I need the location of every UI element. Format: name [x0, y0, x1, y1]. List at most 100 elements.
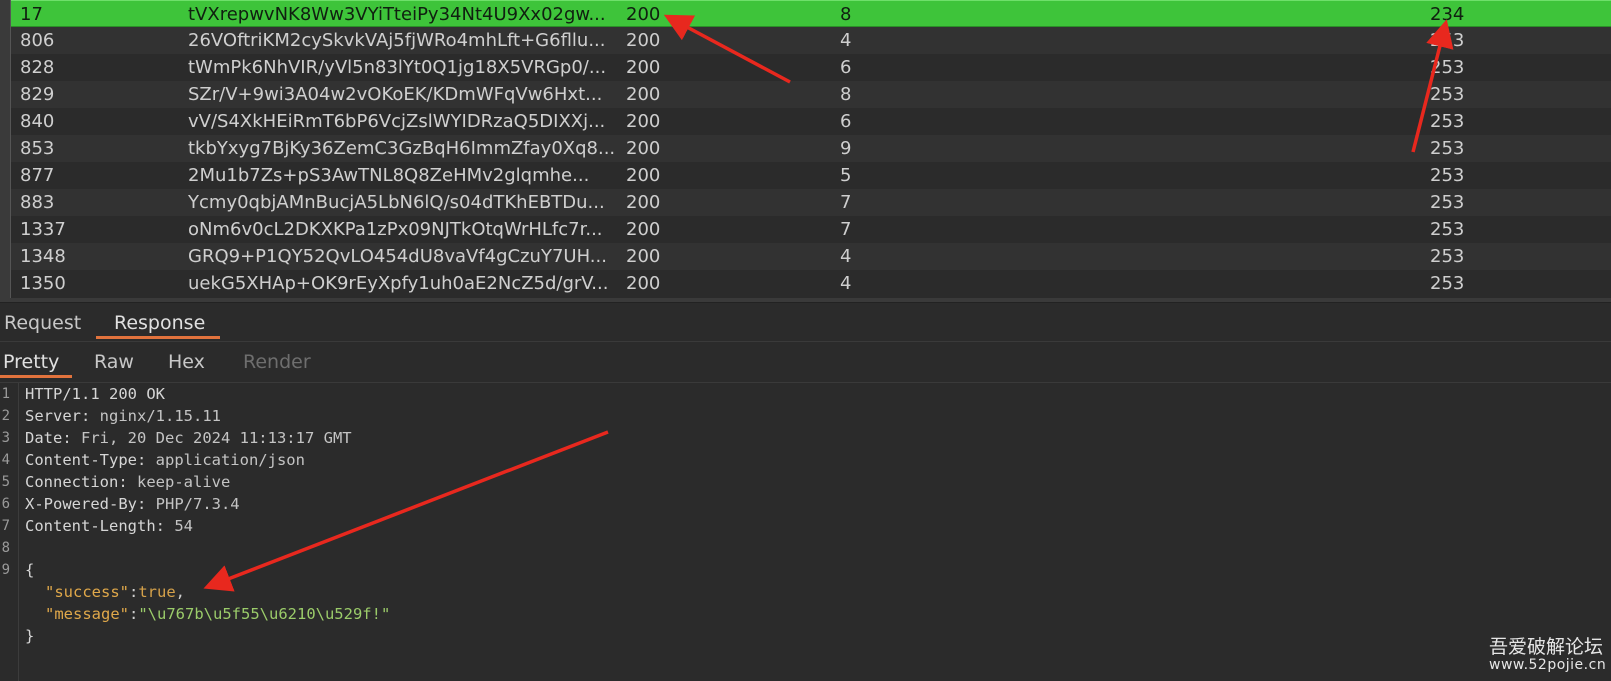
- line-number: 5: [1, 474, 10, 490]
- header-name: X-Powered-By: [25, 495, 137, 513]
- cell-error: 6: [840, 111, 852, 132]
- cell-id: 883: [20, 192, 55, 213]
- cell-error: 7: [840, 192, 852, 213]
- header-name: Content-Length: [25, 517, 156, 535]
- cell-payload: 2Mu1b7Zs+pS3AwTNL8Q8ZeHMv2glqmhe...: [188, 165, 590, 186]
- cell-payload: vV/S4XkHEiRmT6bP6VcjZslWYIDRzaQ5DIXXj...: [188, 111, 606, 132]
- cell-error: 5: [840, 165, 852, 186]
- cell-length: 234: [1430, 4, 1465, 25]
- header-line: Date: Fri, 20 Dec 2024 11:13:17 GMT: [25, 429, 352, 447]
- table-row[interactable]: 840 vV/S4XkHEiRmT6bP6VcjZslWYIDRzaQ5DIXXj…: [10, 108, 1611, 135]
- cell-status: 200: [626, 165, 661, 186]
- cell-length: 253: [1430, 246, 1465, 267]
- cell-id: 1350: [20, 273, 66, 294]
- cell-payload: 26VOftriKM2cySkvkVAj5fjWRo4mhLft+G6fllu.…: [188, 30, 606, 51]
- tab-hex[interactable]: Hex: [168, 342, 205, 378]
- cell-length: 253: [1430, 192, 1465, 213]
- table-row[interactable]: 828 tWmPk6NhVIR/yVl5n83lYt0Q1jg18X5VRGp0/…: [10, 54, 1611, 81]
- header-line: Server: nginx/1.15.11: [25, 407, 221, 425]
- table-divider: [10, 0, 11, 298]
- line-number: 1: [1, 386, 10, 402]
- cell-status: 200: [626, 219, 661, 240]
- table-row[interactable]: 1337 oNm6v0cL2DKXKPa1zPx09NJTkOtqWrHLfc7r…: [10, 216, 1611, 243]
- cell-payload: Ycmy0qbjAMnBucjA5LbN6lQ/s04dTKhEBTDu...: [188, 192, 605, 213]
- message-tabs: Request Response: [0, 303, 1611, 342]
- tab-response[interactable]: Response: [96, 303, 220, 339]
- cell-status: 200: [626, 57, 661, 78]
- tab-raw[interactable]: Raw: [94, 342, 134, 378]
- cell-error: 4: [840, 273, 852, 294]
- header-value: 54: [174, 517, 193, 535]
- json-key: "success": [45, 583, 129, 601]
- tab-request[interactable]: Request: [4, 303, 81, 339]
- table-row[interactable]: 1348 GRQ9+P1QY52QvLO454dU8vaVf4gCzuY7UH..…: [10, 243, 1611, 270]
- watermark-title: 吾爱破解论坛: [1489, 636, 1604, 658]
- cell-length: 253: [1430, 138, 1465, 159]
- tab-response-label: Response: [114, 312, 206, 334]
- table-row[interactable]: 806 26VOftriKM2cySkvkVAj5fjWRo4mhLft+G6fl…: [10, 27, 1611, 54]
- cell-id: 806: [20, 30, 55, 51]
- json-key: "message": [45, 605, 129, 623]
- cell-payload: SZr/V+9wi3A04w2vOKoEK/KDmWFqVw6Hxt...: [188, 84, 603, 105]
- json-field-message: "message":"\u767b\u5f55\u6210\u529f!": [45, 605, 391, 623]
- cell-id: 840: [20, 111, 55, 132]
- cell-length: 253: [1430, 273, 1465, 294]
- results-table[interactable]: 17 tVXrepwvNK8Ww3VYiTteiPy34Nt4U9Xx02gw..…: [0, 0, 1611, 298]
- cell-id: 17: [20, 4, 43, 25]
- table-row[interactable]: 829 SZr/V+9wi3A04w2vOKoEK/KDmWFqVw6Hxt...…: [10, 81, 1611, 108]
- tab-pretty-label: Pretty: [3, 351, 60, 373]
- json-value: "\u767b\u5f55\u6210\u529f!": [138, 605, 391, 623]
- line-number: 9: [1, 562, 10, 578]
- header-line: X-Powered-By: PHP/7.3.4: [25, 495, 240, 513]
- table-row[interactable]: 1350 uekG5XHAp+OK9rEyXpfy1uh0aE2NcZ5d/grV…: [10, 270, 1611, 297]
- header-line: Content-Length: 54: [25, 517, 193, 535]
- json-open-brace: {: [25, 561, 35, 579]
- cell-status: 200: [626, 4, 661, 25]
- cell-length: 253: [1430, 111, 1465, 132]
- json-value: true: [138, 583, 176, 601]
- cell-status: 200: [626, 246, 661, 267]
- cell-id: 828: [20, 57, 55, 78]
- cell-error: 8: [840, 4, 852, 25]
- header-name: Date: [25, 429, 63, 447]
- line-number-gutter: 1 2 3 4 5 6 7 8 9: [0, 383, 19, 681]
- table-left-strip: [0, 0, 10, 298]
- line-number: 8: [1, 540, 10, 556]
- status-line: HTTP/1.1 200 OK: [25, 385, 165, 403]
- cell-id: 829: [20, 84, 55, 105]
- line-number: 4: [1, 452, 10, 468]
- line-number: 3: [1, 430, 10, 446]
- cell-error: 7: [840, 219, 852, 240]
- tab-pretty[interactable]: Pretty: [0, 342, 72, 378]
- cell-payload: tWmPk6NhVIR/yVl5n83lYt0Q1jg18X5VRGp0/...: [188, 57, 607, 78]
- cell-id: 1348: [20, 246, 66, 267]
- view-tabs: Pretty Raw Hex Render: [0, 342, 1611, 383]
- cell-status: 200: [626, 273, 661, 294]
- cell-payload: GRQ9+P1QY52QvLO454dU8vaVf4gCzuY7UH...: [188, 246, 607, 267]
- cell-payload: tkbYxyg7BjKy36ZemC3GzBqH6ImmZfay0Xq8...: [188, 138, 616, 159]
- table-row[interactable]: 883 Ycmy0qbjAMnBucjA5LbN6lQ/s04dTKhEBTDu.…: [10, 189, 1611, 216]
- header-value: PHP/7.3.4: [155, 495, 240, 513]
- cell-length: 253: [1430, 57, 1465, 78]
- cell-payload: oNm6v0cL2DKXKPa1zPx09NJTkOtqWrHLfc7r...: [188, 219, 603, 240]
- header-value: nginx/1.15.11: [99, 407, 221, 425]
- cell-status: 200: [626, 30, 661, 51]
- header-name: Content-Type: [25, 451, 137, 469]
- cell-status: 200: [626, 138, 661, 159]
- header-value: Fri, 20 Dec 2024 11:13:17 GMT: [81, 429, 352, 447]
- cell-error: 4: [840, 30, 852, 51]
- header-line: Content-Type: application/json: [25, 451, 305, 469]
- json-comma: ,: [175, 583, 186, 601]
- tab-render: Render: [243, 351, 311, 373]
- response-editor[interactable]: 1 2 3 4 5 6 7 8 9 HTTP/1.1 200 OK Server…: [0, 383, 1611, 681]
- table-row[interactable]: 877 2Mu1b7Zs+pS3AwTNL8Q8ZeHMv2glqmhe... 20…: [10, 162, 1611, 189]
- json-field-success: "success":true,: [45, 583, 186, 601]
- cell-error: 4: [840, 246, 852, 267]
- cell-error: 8: [840, 84, 852, 105]
- cell-error: 9: [840, 138, 852, 159]
- cell-id: 853: [20, 138, 55, 159]
- table-row[interactable]: 853 tkbYxyg7BjKy36ZemC3GzBqH6ImmZfay0Xq8.…: [10, 135, 1611, 162]
- table-row[interactable]: 17 tVXrepwvNK8Ww3VYiTteiPy34Nt4U9Xx02gw..…: [10, 0, 1611, 27]
- cell-status: 200: [626, 111, 661, 132]
- cell-length: 253: [1430, 30, 1465, 51]
